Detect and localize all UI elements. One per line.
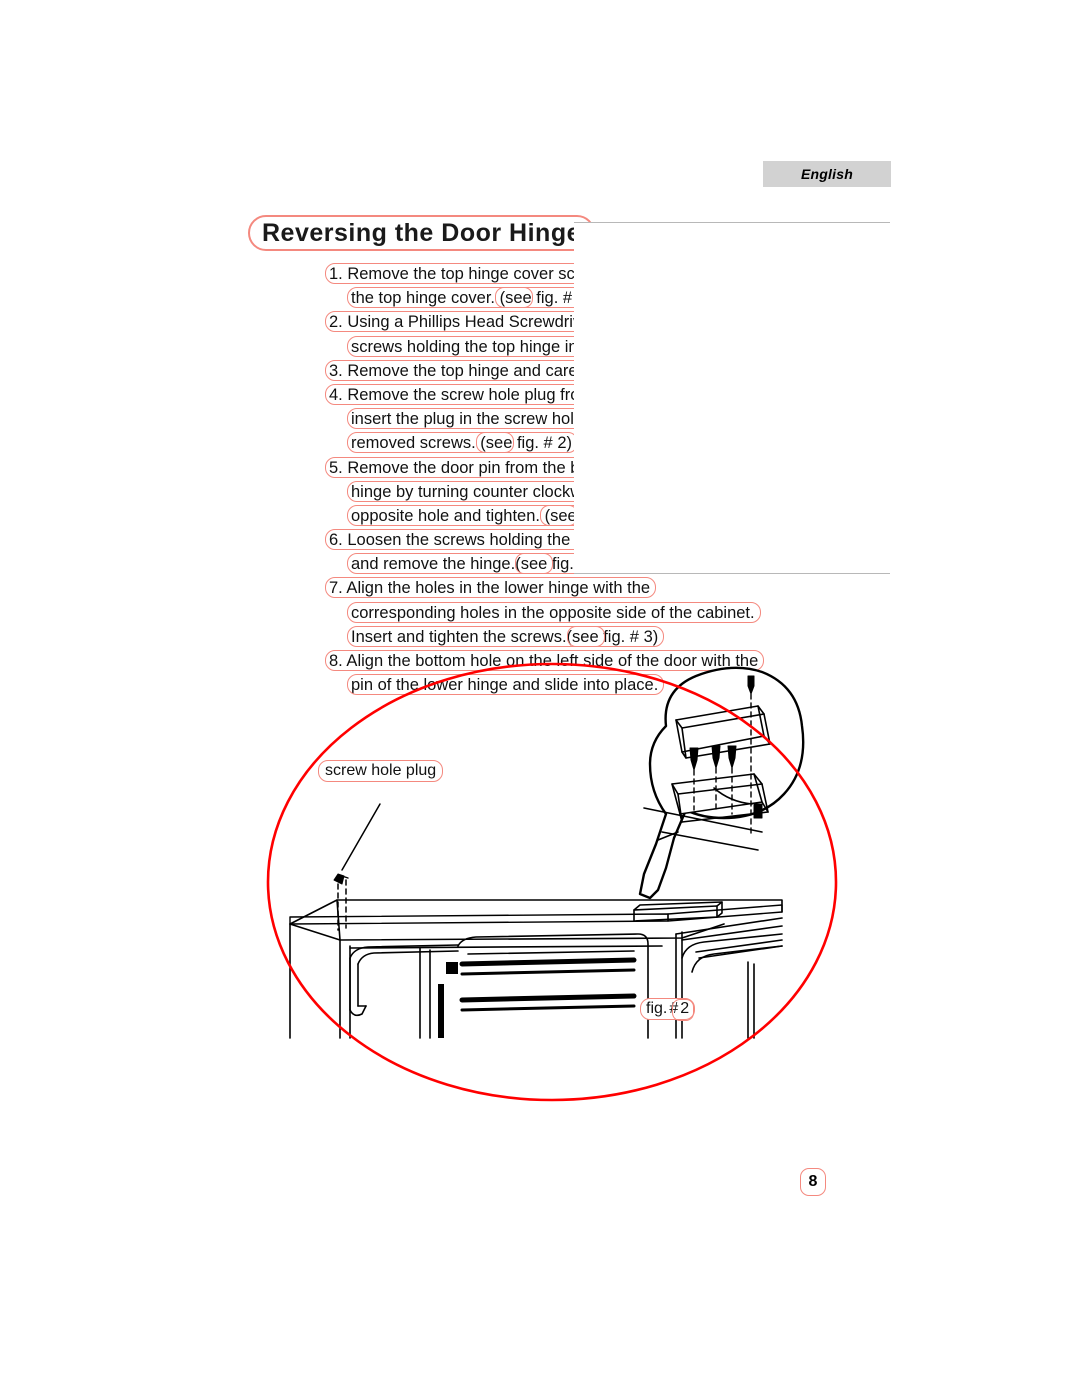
figure-label-number: 2 bbox=[680, 1000, 690, 1017]
language-tab: English bbox=[763, 161, 891, 187]
figure-label-prefix: fig. bbox=[646, 1000, 668, 1017]
instruction-line: Insert and tighten the screws.(see fig. … bbox=[325, 625, 885, 649]
instruction-line-text: 7. Align the holes in the lower hinge wi… bbox=[329, 579, 651, 598]
instruction-line: 7. Align the holes in the lower hinge wi… bbox=[325, 576, 885, 600]
white-overlay-panel bbox=[574, 222, 890, 574]
label-screw-hole-plug: screw hole plug bbox=[318, 760, 444, 782]
instruction-line: corresponding holes in the opposite side… bbox=[325, 601, 885, 625]
label-figure-number: fig. #2 bbox=[640, 998, 696, 1020]
section-title-text: Reversing the Door Hinge bbox=[262, 218, 581, 247]
instruction-line-text: the top hinge cover. (see fig. # 1) bbox=[351, 289, 592, 308]
instruction-line-text: Insert and tighten the screws.(see fig. … bbox=[351, 627, 659, 646]
figure-illustration bbox=[262, 662, 848, 1106]
instruction-line-text: and remove the hinge.(see fig. # 3) bbox=[351, 555, 607, 574]
language-tab-label: English bbox=[801, 166, 853, 182]
section-title: Reversing the Door Hinge bbox=[248, 215, 595, 251]
instruction-line-text: removed screws. (see fig. # 2) bbox=[351, 434, 572, 453]
manual-page: English Reversing the Door Hinge 1. Remo… bbox=[0, 0, 1080, 1397]
page-number-text: 8 bbox=[808, 1173, 818, 1190]
instruction-line-text: corresponding holes in the opposite side… bbox=[351, 603, 755, 622]
figure-label-hash: # bbox=[669, 1000, 679, 1017]
page-number: 8 bbox=[800, 1168, 826, 1196]
